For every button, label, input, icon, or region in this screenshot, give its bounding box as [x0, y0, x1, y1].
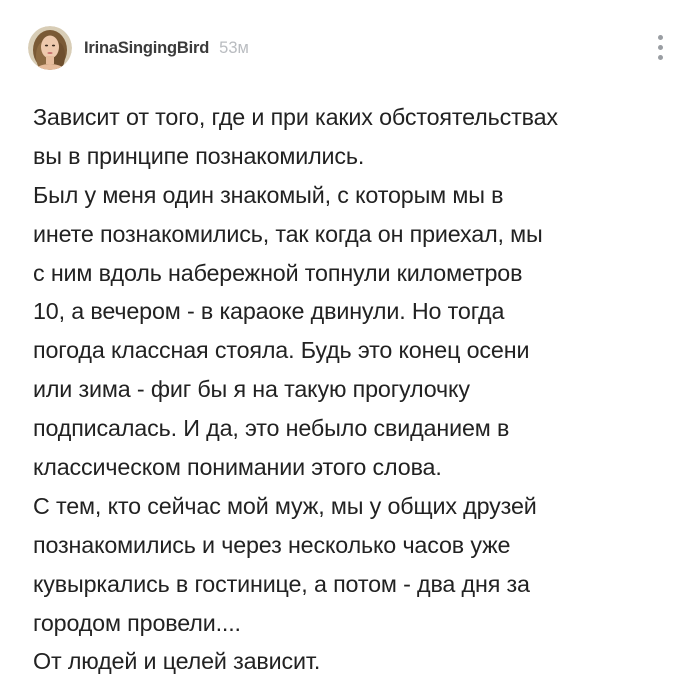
comment-text-line: погода классная стояла. Будь это конец о… [33, 337, 530, 364]
comment-text-line: Был у меня один знакомый, с которым мы в [33, 181, 504, 208]
comment-header: IrinaSingingBird 53м [28, 26, 249, 70]
comment-text-line: Зависит от того, где и при каких обстоят… [33, 104, 558, 130]
comment-text-line: 10, а вечером - в караоке двинули. Но то… [33, 298, 505, 325]
comment: IrinaSingingBird 53м Зависит от того, гд… [0, 0, 700, 697]
comment-text-line: вы в принципе познакомились. [33, 142, 365, 169]
vertical-dots-icon [657, 44, 663, 50]
comment-text-line: кувыркались в гостинице, а потом - два д… [33, 570, 530, 597]
comment-text-line: подписалась. И да, это небыло свиданием … [33, 415, 510, 442]
comment-text-line: классическом понимании этого слова. [33, 454, 442, 481]
vertical-dots-icon [657, 34, 663, 40]
comment-text-line: От людей и целей зависит. [33, 648, 321, 675]
comment-text: Зависит от того, где и при каких обстоят… [33, 98, 693, 681]
comment-text-line: с ним вдоль набережной топнули километро… [33, 259, 523, 286]
vertical-dots-icon [657, 54, 663, 60]
comment-text-line: инете познакомились, так когда он приеха… [33, 220, 543, 247]
author-name[interactable]: IrinaSingingBird [84, 39, 209, 58]
comment-text-line: городом провели.... [33, 609, 241, 636]
comment-text-line: познакомились и через несколько часов уж… [33, 531, 511, 558]
comment-text-line: С тем, кто сейчас мой муж, мы у общих др… [33, 492, 537, 519]
comment-text-line: или зима - фиг бы я на такую прогулочку [33, 376, 470, 403]
avatar[interactable] [28, 26, 72, 70]
more-options-button[interactable] [650, 32, 670, 62]
timestamp: 53м [219, 38, 249, 57]
